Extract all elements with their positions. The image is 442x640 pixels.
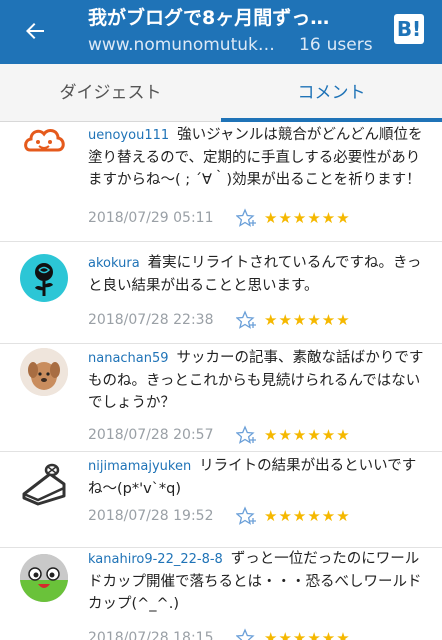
comment-date: 2018/07/29 05:11 <box>88 210 214 226</box>
dog-photo-avatar-icon <box>20 348 68 396</box>
comment-body: nanachan59 サッカーの記事、素敵な話ばかりですものね。きっとこれからも見… <box>88 347 426 414</box>
add-star-icon[interactable] <box>235 506 258 526</box>
page-title: 我がブログで8ヶ月間ずっ… <box>88 7 330 29</box>
hatena-bookmark-button[interactable]: B! <box>394 14 424 44</box>
page-url: www.nomunomutuk… <box>88 35 275 55</box>
comment-date: 2018/07/28 22:38 <box>88 312 214 328</box>
star-rating[interactable]: ★★★★★★ <box>264 507 351 525</box>
tab-digest[interactable]: ダイジェスト <box>0 64 221 122</box>
comment-username[interactable]: uenoyou111 <box>88 128 169 143</box>
comment-meta: 2018/07/28 18:15 ★★★★★★ <box>88 628 351 640</box>
comment-username[interactable]: akokura <box>88 256 140 271</box>
cake-avatar-icon <box>22 463 66 506</box>
rose-avatar-icon <box>35 263 53 296</box>
comment-item: uenoyou111 強いジャンルは競合がどんどん順位を塗り替えるので、定期的に手… <box>0 122 442 242</box>
star-rating[interactable]: ★★★★★★ <box>264 209 351 227</box>
comment-body: nijimamajyuken リライトの結果が出るといいですね〜(p*'v`*q) <box>88 455 426 500</box>
comment-username[interactable]: nijimamajyuken <box>88 459 191 474</box>
comment-username[interactable]: kanahiro9-22_22-8-8 <box>88 552 223 567</box>
star-rating[interactable]: ★★★★★★ <box>264 311 351 329</box>
comment-date: 2018/07/28 19:52 <box>88 508 214 524</box>
avatar[interactable] <box>20 254 68 302</box>
users-count-label: users <box>326 35 373 55</box>
users-count: 16 users <box>299 34 373 56</box>
comment-body: kanahiro9-22_22-8-8 ずっと一位だったのにワールドカップ開催で落… <box>88 548 426 615</box>
comment-date: 2018/07/28 18:15 <box>88 630 214 640</box>
comment-list[interactable]: uenoyou111 強いジャンルは競合がどんどん順位を塗り替えるので、定期的に手… <box>0 122 442 640</box>
add-star-icon[interactable] <box>235 628 258 640</box>
comment-date: 2018/07/28 20:57 <box>88 427 214 443</box>
comment-username[interactable]: nanachan59 <box>88 351 169 366</box>
avatar[interactable] <box>20 122 68 168</box>
comment-meta: 2018/07/28 19:52 ★★★★★★ <box>88 506 351 526</box>
comment-meta: 2018/07/28 20:57 ★★★★★★ <box>88 425 351 445</box>
add-star-icon[interactable] <box>235 310 258 330</box>
avatar[interactable] <box>20 348 68 396</box>
comment-item: akokura 着実にリライトされているんですね。きっと良い結果が出ることと思いま… <box>0 242 442 344</box>
tab-comments[interactable]: コメント <box>221 64 442 122</box>
comment-body: uenoyou111 強いジャンルは競合がどんどん順位を塗り替えるので、定期的に手… <box>88 124 426 191</box>
add-star-icon[interactable] <box>235 425 258 445</box>
avatar[interactable] <box>20 460 68 508</box>
comment-item: nanachan59 サッカーの記事、素敵な話ばかりですものね。きっとこれからも見… <box>0 344 442 452</box>
comment-meta: 2018/07/29 05:11 ★★★★★★ <box>88 208 351 228</box>
comment-body: akokura 着実にリライトされているんですね。きっと良い結果が出ることと思いま… <box>88 252 426 297</box>
tab-bar: ダイジェスト コメント <box>0 64 442 122</box>
star-rating[interactable]: ★★★★★★ <box>264 629 351 640</box>
users-count-number: 16 <box>299 35 321 55</box>
comment-item: kanahiro9-22_22-8-8 ずっと一位だったのにワールドカップ開催で落… <box>0 548 442 640</box>
avatar[interactable] <box>20 554 68 602</box>
add-star-icon[interactable] <box>235 208 258 228</box>
character-avatar-icon <box>20 554 68 602</box>
app-header: 我がブログで8ヶ月間ずっ… www.nomunomutuk… 16 users B… <box>0 0 442 64</box>
face-avatar-icon <box>24 129 65 152</box>
star-rating[interactable]: ★★★★★★ <box>264 426 351 444</box>
back-arrow-icon <box>26 23 44 39</box>
back-button[interactable] <box>18 14 52 48</box>
comment-meta: 2018/07/28 22:38 ★★★★★★ <box>88 310 351 330</box>
comment-item: nijimamajyuken リライトの結果が出るといいですね〜(p*'v`*q)… <box>0 452 442 548</box>
